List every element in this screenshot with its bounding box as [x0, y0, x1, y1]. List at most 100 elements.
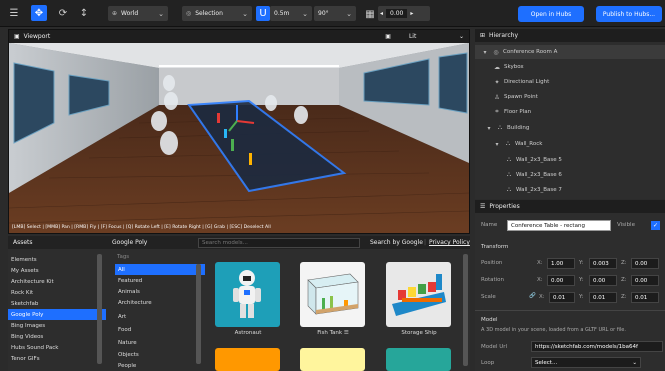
visible-label: Visible: [617, 222, 635, 228]
scale-y-input[interactable]: 0.01: [589, 292, 617, 303]
grid-height-stepper[interactable]: ◂ 0.00 ▸: [378, 6, 430, 21]
asset-tile[interactable]: [386, 348, 451, 371]
menu-icon[interactable]: ☰: [6, 5, 22, 21]
source-bing-images[interactable]: Bing Images: [8, 320, 106, 331]
astronaut-thumbnail: [233, 270, 261, 318]
assets-header: Assets Google Poly Search models... Sear…: [8, 236, 470, 249]
source-rock-kit[interactable]: Rock Kit: [8, 287, 106, 298]
visible-checkbox[interactable]: ✓: [651, 221, 660, 230]
position-y-input[interactable]: 0.003: [589, 258, 617, 269]
source-google-poly[interactable]: Google Poly: [8, 309, 106, 320]
chevron-down-icon: ⌄: [242, 9, 248, 18]
asset-search-input[interactable]: Search models...: [198, 238, 360, 248]
asset-tile[interactable]: [215, 348, 280, 371]
divider: [475, 310, 665, 311]
source-sketchfab[interactable]: Sketchfab: [8, 298, 106, 309]
tag-featured[interactable]: Featured: [115, 275, 205, 286]
snap-distance-value: 0.5m: [274, 10, 290, 17]
hierarchy-item-wall-rock[interactable]: ▾ ⛬ Wall_Rock: [475, 137, 665, 151]
tag-art[interactable]: Art: [115, 311, 205, 322]
collapse-icon[interactable]: ▾: [493, 141, 501, 148]
loop-select[interactable]: Select... ⌄: [531, 357, 641, 368]
asset-name-fish-tank-text: Fish Tank: [317, 330, 343, 336]
tag-food[interactable]: Food: [115, 324, 205, 335]
scale-z-input[interactable]: 0.01: [631, 292, 659, 303]
hierarchy-item-wall-base-6[interactable]: ⛬ Wall_2x3_Base 6: [475, 168, 665, 182]
privacy-policy-link[interactable]: Privacy Policy: [429, 239, 470, 246]
properties-panel: ☰ Properties Name Conference Table - rec…: [475, 200, 665, 371]
rotation-x-input[interactable]: 0.00: [547, 275, 575, 286]
collapse-icon[interactable]: ▾: [481, 49, 489, 56]
source-hubs-sound-pack[interactable]: Hubs Sound Pack: [8, 342, 106, 353]
position-z-input[interactable]: 0.00: [631, 258, 659, 269]
hierarchy-item-building[interactable]: ▾ ⛬ Building: [475, 121, 665, 135]
hierarchy-item-wall-base-5[interactable]: ⛬ Wall_2x3_Base 5: [475, 153, 665, 167]
hierarchy-item-wall-base-7[interactable]: ⛬ Wall_2x3_Base 7: [475, 183, 665, 197]
link-icon[interactable]: 🔗: [529, 293, 536, 299]
3d-scene-canvas[interactable]: [LMB] Select | [MMB] Pan | [RMB] Fly | […: [9, 43, 469, 233]
grid-height-value[interactable]: 0.00: [386, 9, 408, 18]
snap-toggle-icon[interactable]: U: [256, 6, 270, 21]
viewport-header: ▣ Viewport ▣ Lit ⌄: [9, 30, 469, 43]
model-section-label: Model: [481, 317, 498, 323]
decrement-icon[interactable]: ◂: [380, 10, 383, 17]
asset-tile-fish-tank[interactable]: [300, 262, 365, 327]
hierarchy-item-conference-room[interactable]: ▾ ◎ Conference Room A: [475, 45, 665, 59]
loop-label: Loop: [481, 360, 495, 366]
asset-tile-storage-ship[interactable]: [386, 262, 451, 327]
rotation-snap-select[interactable]: 90° ⌄: [314, 6, 356, 21]
open-in-hubs-button[interactable]: Open in Hubs: [518, 6, 584, 22]
chevron-down-icon: ⌄: [346, 9, 352, 18]
floor-plan-icon: ⌗: [495, 108, 499, 115]
source-tenor-gifs[interactable]: Tenor GIFs: [8, 353, 106, 364]
render-mode-select[interactable]: Lit: [409, 33, 459, 40]
selection-mode-select[interactable]: ◎ Selection ⌄: [182, 6, 252, 21]
rotation-y-input[interactable]: 0.00: [589, 275, 617, 286]
publish-to-hubs-button[interactable]: Publish to Hubs...: [596, 6, 662, 22]
tag-animals[interactable]: Animals: [115, 286, 205, 297]
position-label: Position: [481, 260, 503, 266]
sources-scrollbar[interactable]: [97, 254, 102, 364]
model-icon: ⛬: [506, 171, 512, 178]
assets-scrollbar[interactable]: [463, 254, 468, 366]
camera-icon[interactable]: ▣: [385, 33, 391, 40]
scale-tool-icon[interactable]: ↕: [76, 5, 92, 21]
increment-icon[interactable]: ▸: [410, 10, 413, 17]
hierarchy-item-floor-plan[interactable]: ⌗ Floor Plan: [475, 105, 665, 119]
model-icon: ⛬: [505, 140, 511, 147]
tag-people[interactable]: People: [115, 360, 205, 371]
source-architecture-kit[interactable]: Architecture Kit: [8, 276, 106, 287]
source-bing-videos[interactable]: Bing Videos: [8, 331, 106, 342]
translate-tool-icon[interactable]: ✥: [31, 5, 47, 21]
viewport-icon: ▣: [14, 33, 20, 40]
hierarchy-item-skybox[interactable]: ☁ Skybox: [475, 60, 665, 74]
model-url-input[interactable]: https://sketchfab.com/models/1ba64f: [531, 341, 663, 352]
position-x-input[interactable]: 1.00: [547, 258, 575, 269]
source-my-assets[interactable]: My Assets: [8, 265, 106, 276]
rotate-tool-icon[interactable]: ⟳: [55, 5, 71, 21]
name-input[interactable]: Conference Table - rectang: [507, 220, 611, 231]
search-by-google: Search by Google: [370, 239, 423, 246]
tag-objects[interactable]: Objects: [115, 349, 205, 360]
source-elements[interactable]: Elements: [8, 254, 106, 265]
hierarchy-item-spawn-point[interactable]: ♙ Spawn Point: [475, 90, 665, 104]
tag-nature[interactable]: Nature: [115, 337, 205, 348]
hierarchy-item-directional-light[interactable]: ✦ Directional Light: [475, 75, 665, 89]
rotation-z-input[interactable]: 0.00: [631, 275, 659, 286]
asset-name-storage-ship: Storage Ship: [401, 330, 437, 336]
scale-x-input[interactable]: 0.01: [549, 292, 575, 303]
chevron-down-icon: ⌄: [632, 359, 637, 366]
collapse-icon[interactable]: ▾: [485, 125, 493, 132]
asset-tile-astronaut[interactable]: [215, 262, 280, 327]
menu-icon: ☰: [343, 330, 349, 336]
tag-all[interactable]: All: [115, 264, 205, 275]
grid-icon[interactable]: ▦: [362, 6, 378, 22]
space-select[interactable]: ⊕ World ⌄: [108, 6, 168, 21]
tag-architecture[interactable]: Architecture: [115, 297, 205, 308]
asset-tile[interactable]: [300, 348, 365, 371]
viewport-title: Viewport: [23, 33, 51, 40]
snap-distance-select[interactable]: 0.5m ⌄: [270, 6, 312, 21]
chevron-down-icon[interactable]: ⌄: [459, 33, 464, 40]
tags-scrollbar[interactable]: [196, 264, 201, 364]
chevron-down-icon: ⌄: [158, 9, 164, 18]
